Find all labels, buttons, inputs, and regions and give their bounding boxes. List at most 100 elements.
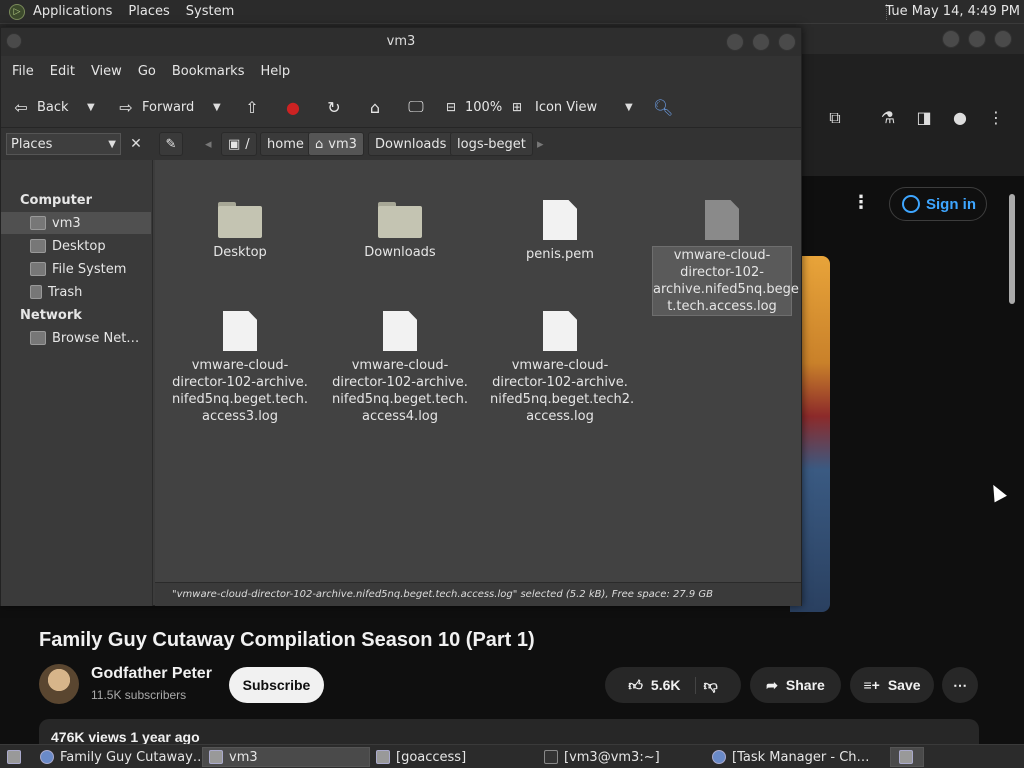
breadcrumb-downloads[interactable]: Downloads bbox=[368, 132, 454, 156]
taskbar-item-terminal[interactable]: [vm3@vm3:~] bbox=[538, 747, 704, 767]
reload-button[interactable]: ↻ bbox=[324, 96, 344, 118]
breadcrumb-vm3-label: vm3 bbox=[328, 136, 357, 152]
extensions-icon[interactable]: ⧉ bbox=[825, 108, 845, 128]
file-label: Downloads bbox=[364, 245, 436, 260]
close-sidebar-icon[interactable]: ✕ bbox=[125, 133, 147, 155]
stop-button[interactable]: ● bbox=[283, 96, 303, 118]
file-item-pem[interactable]: penis.pem bbox=[490, 200, 630, 263]
breadcrumb-logs-beget[interactable]: logs-beget bbox=[450, 132, 533, 156]
sidebar-item-desktop[interactable]: Desktop bbox=[1, 235, 151, 257]
places-label: Places bbox=[11, 136, 53, 152]
arrow-right-icon: ⇨ bbox=[119, 97, 133, 117]
file-label: vmware-cloud-director-102-archive.nifed5… bbox=[652, 246, 799, 316]
file-item-desktop[interactable]: Desktop bbox=[170, 200, 310, 261]
like-button[interactable]: 👍︎ 5.6K bbox=[628, 676, 696, 694]
home-button[interactable]: ⌂ bbox=[365, 96, 385, 118]
taskbar-item-goaccess[interactable]: [goaccess] bbox=[370, 747, 536, 767]
more-actions-button[interactable]: ⋯ bbox=[942, 667, 978, 703]
file-item-access4-log[interactable]: vmware-cloud-director-102-archive. nifed… bbox=[330, 311, 470, 425]
fm-titlebar[interactable]: vm3 bbox=[1, 28, 801, 56]
dislike-button[interactable]: 👎︎ bbox=[704, 677, 718, 694]
scrollbar[interactable] bbox=[1004, 180, 1020, 740]
view-mode-dropdown[interactable]: ▼ bbox=[625, 96, 633, 118]
forward-button[interactable]: ⇨ Forward bbox=[116, 96, 194, 118]
subscribe-button[interactable]: Subscribe bbox=[229, 667, 324, 703]
zoom-in-button[interactable]: ⊞ bbox=[507, 96, 527, 118]
sidebar-type-select[interactable]: Places ▼ bbox=[6, 133, 121, 155]
yt-more-icon[interactable]: ⋮ bbox=[852, 192, 870, 213]
stop-icon: ● bbox=[286, 97, 300, 117]
edit-icon: ✎ bbox=[165, 136, 177, 152]
maximize-button[interactable] bbox=[968, 30, 986, 48]
minimize-button[interactable] bbox=[942, 30, 960, 48]
distro-logo-icon[interactable]: ▷ bbox=[9, 3, 25, 20]
scroll-right-button[interactable]: ▸ bbox=[531, 132, 550, 156]
zoom-out-icon: ⊟ bbox=[445, 100, 457, 114]
menu-applications[interactable]: Applications bbox=[25, 4, 120, 19]
browser-menu-icon[interactable]: ⋮ bbox=[986, 108, 1006, 128]
back-button[interactable]: ⇦ Back bbox=[11, 96, 68, 118]
sidebar-heading-computer: Computer bbox=[20, 193, 93, 208]
zoom-out-button[interactable]: ⊟ bbox=[441, 96, 461, 118]
up-button[interactable]: ⇧ bbox=[242, 96, 262, 118]
zoom-level[interactable]: 100% bbox=[465, 96, 502, 118]
menu-edit[interactable]: Edit bbox=[42, 64, 83, 79]
breadcrumb-home[interactable]: home bbox=[260, 132, 311, 156]
breadcrumb-root-label: / bbox=[245, 136, 250, 152]
sidebar-item-trash[interactable]: Trash bbox=[1, 281, 151, 303]
menu-view[interactable]: View bbox=[83, 64, 130, 79]
close-button[interactable] bbox=[994, 30, 1012, 48]
breadcrumb-vm3[interactable]: ⌂ vm3 bbox=[308, 132, 364, 156]
close-button[interactable] bbox=[778, 33, 796, 51]
side-panel-icon[interactable]: ◨ bbox=[914, 108, 934, 128]
file-item-access-log[interactable]: vmware-cloud-director-102-archive.nifed5… bbox=[652, 200, 799, 316]
breadcrumb-root[interactable]: ▣ / bbox=[221, 132, 257, 156]
menu-places[interactable]: Places bbox=[120, 4, 177, 19]
sidebar-item-browse-network[interactable]: Browse Net… bbox=[1, 327, 151, 349]
chrome-icon bbox=[712, 750, 726, 764]
taskbar-item-vm3[interactable]: vm3 bbox=[202, 747, 370, 767]
forward-history-dropdown[interactable]: ▼ bbox=[213, 96, 221, 118]
menu-bookmarks[interactable]: Bookmarks bbox=[164, 64, 253, 79]
computer-button[interactable]: 🖵︎ bbox=[406, 96, 426, 118]
show-desktop-button[interactable] bbox=[2, 747, 26, 767]
sign-in-button[interactable]: Sign in bbox=[889, 187, 987, 221]
scrollbar-thumb[interactable] bbox=[1009, 194, 1015, 304]
taskbar-item-label: [vm3@vm3:~] bbox=[564, 749, 660, 765]
taskbar-item-browser[interactable]: Family Guy Cutaway… bbox=[34, 747, 200, 767]
file-item-tech2-access-log[interactable]: vmware-cloud-director-102-archive. nifed… bbox=[490, 311, 635, 425]
view-mode-select[interactable]: Icon View bbox=[535, 96, 597, 118]
search-button[interactable]: 🔍︎ bbox=[653, 96, 673, 118]
menu-file[interactable]: File bbox=[4, 64, 42, 79]
channel-name[interactable]: Godfather Peter bbox=[91, 665, 212, 683]
menu-go[interactable]: Go bbox=[130, 64, 164, 79]
minimize-button[interactable] bbox=[726, 33, 744, 51]
maximize-button[interactable] bbox=[752, 33, 770, 51]
file-label: vmware-cloud-director-102-archive. nifed… bbox=[490, 358, 635, 424]
sign-in-label: Sign in bbox=[926, 195, 976, 213]
channel-avatar[interactable] bbox=[39, 664, 79, 704]
file-manager-window: vm3 File Edit View Go Bookmarks Help ⇦ B… bbox=[0, 27, 802, 606]
scroll-left-button[interactable]: ◂ bbox=[199, 132, 218, 156]
file-view[interactable]: Desktop Downloads penis.pem vmware-cloud… bbox=[155, 160, 801, 606]
toggle-location-entry-button[interactable]: ✎ bbox=[159, 132, 183, 156]
share-button[interactable]: ➦ Share bbox=[750, 667, 841, 703]
back-history-dropdown[interactable]: ▼ bbox=[87, 96, 95, 118]
workspace-switcher[interactable] bbox=[890, 747, 924, 767]
menu-help[interactable]: Help bbox=[252, 64, 298, 79]
labs-flask-icon[interactable]: ⚗ bbox=[878, 108, 898, 128]
menu-system[interactable]: System bbox=[178, 4, 242, 19]
share-label: Share bbox=[785, 677, 825, 693]
computer-icon: 🖵︎ bbox=[408, 97, 424, 116]
terminal-icon bbox=[544, 750, 558, 764]
file-item-access3-log[interactable]: vmware-cloud-director-102-archive. nifed… bbox=[170, 311, 310, 425]
dropdown-arrow-icon: ▼ bbox=[625, 101, 633, 113]
save-button[interactable]: ≡+ Save bbox=[850, 667, 934, 703]
file-item-downloads[interactable]: Downloads bbox=[330, 200, 470, 261]
clock[interactable]: Tue May 14, 4:49 PM bbox=[885, 4, 1020, 19]
profile-icon[interactable]: ● bbox=[950, 108, 970, 128]
folder-icon bbox=[218, 200, 262, 238]
sidebar-item-vm3[interactable]: vm3 bbox=[1, 212, 151, 234]
sidebar-item-file-system[interactable]: File System bbox=[1, 258, 151, 280]
taskbar-item-task-manager[interactable]: [Task Manager - Ch… bbox=[706, 747, 872, 767]
